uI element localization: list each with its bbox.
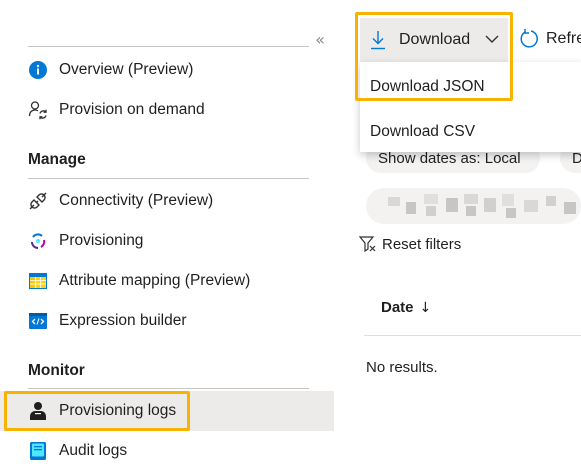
redaction-block bbox=[464, 194, 478, 204]
nav-item-provision-on-demand[interactable]: Provision on demand bbox=[0, 90, 334, 130]
redaction-block bbox=[466, 206, 476, 216]
info-icon bbox=[28, 60, 48, 80]
nav-item-provisioning-logs[interactable]: Provisioning logs bbox=[0, 391, 334, 431]
collapse-nav-button[interactable]: « bbox=[310, 30, 330, 50]
nav-item-label: Expression builder bbox=[59, 312, 187, 329]
nav-item-label: Provisioning logs bbox=[59, 402, 177, 419]
section-divider bbox=[28, 178, 309, 179]
nav-item-provisioning[interactable]: Provisioning bbox=[0, 221, 334, 261]
section-divider bbox=[28, 388, 309, 389]
redaction-block bbox=[564, 202, 576, 214]
nav-item-audit-logs[interactable]: Audit logs bbox=[0, 431, 334, 471]
section-header-manage: Manage bbox=[28, 151, 86, 168]
nav-item-overview[interactable]: Overview (Preview) bbox=[0, 50, 334, 90]
refresh-icon bbox=[518, 28, 540, 50]
plug-icon bbox=[28, 191, 48, 211]
nav-item-label: Attribute mapping (Preview) bbox=[59, 272, 251, 289]
download-button[interactable]: Download bbox=[360, 18, 508, 62]
redaction-block bbox=[426, 206, 436, 216]
redaction-block bbox=[424, 194, 438, 204]
left-nav: « Overview (Preview) Provision on demand… bbox=[0, 0, 334, 471]
menu-item-download-json[interactable]: Download JSON bbox=[360, 64, 581, 109]
redaction-block bbox=[446, 198, 458, 212]
download-menu: Download JSON Download CSV bbox=[360, 62, 581, 152]
command-bar: Download Refre bbox=[334, 0, 581, 62]
column-header-date-label: Date bbox=[381, 299, 414, 316]
column-header-date[interactable]: Date ↓ bbox=[381, 299, 431, 316]
nav-item-label: Audit logs bbox=[59, 442, 128, 459]
redacted-filter-pill[interactable] bbox=[366, 188, 581, 224]
nav-item-label: Connectivity (Preview) bbox=[59, 192, 214, 209]
redaction-block bbox=[406, 202, 416, 214]
empty-state-message: No results. bbox=[366, 359, 438, 376]
refresh-button[interactable]: Refre bbox=[518, 28, 581, 50]
nav-item-label: Overview (Preview) bbox=[59, 61, 194, 78]
nav-item-attribute-mapping[interactable]: Attribute mapping (Preview) bbox=[0, 261, 334, 301]
chevron-down-icon bbox=[484, 31, 500, 47]
provisioning-cycle-icon bbox=[28, 231, 48, 251]
nav-item-label: Provisioning bbox=[59, 232, 144, 249]
redaction-block bbox=[524, 200, 538, 212]
redaction-block bbox=[388, 197, 400, 206]
reset-filters-button[interactable]: Reset filters bbox=[358, 235, 462, 253]
reset-filters-label: Reset filters bbox=[382, 235, 462, 253]
nav-item-connectivity[interactable]: Connectivity (Preview) bbox=[0, 181, 334, 221]
nav-item-expression-builder[interactable]: Expression builder bbox=[0, 301, 334, 341]
nav-top-divider bbox=[28, 46, 309, 47]
main-content: Download Refre Download JSON Download CS… bbox=[334, 0, 581, 471]
code-icon bbox=[28, 311, 48, 331]
redaction-block bbox=[484, 198, 496, 212]
menu-item-download-csv[interactable]: Download CSV bbox=[360, 109, 581, 154]
redaction-block bbox=[502, 194, 514, 206]
nav-item-label: Provision on demand bbox=[59, 101, 205, 118]
refresh-button-label: Refre bbox=[546, 30, 581, 47]
book-icon bbox=[28, 441, 48, 461]
download-arrow-icon bbox=[370, 30, 386, 50]
section-header-monitor: Monitor bbox=[28, 362, 85, 379]
sort-descending-icon: ↓ bbox=[419, 299, 432, 316]
filter-clear-icon bbox=[358, 235, 377, 253]
redaction-block bbox=[506, 208, 516, 218]
person-log-icon bbox=[28, 401, 48, 421]
person-sync-icon bbox=[28, 100, 48, 120]
download-button-label: Download bbox=[399, 31, 471, 48]
table-icon bbox=[28, 271, 48, 291]
redaction-block bbox=[546, 196, 556, 206]
grid-header-divider bbox=[364, 335, 581, 336]
